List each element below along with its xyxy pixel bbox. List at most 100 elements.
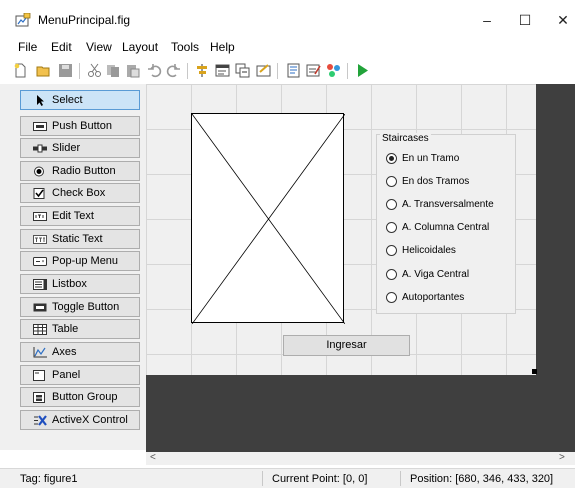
minimize-button[interactable]: – [472,8,502,32]
axes-icon [33,347,47,358]
static-text-icon [33,235,47,244]
radio-label: A. Viga Central [402,269,470,280]
radio-label: En dos Tramos [402,176,470,187]
toolbar-separator [347,63,348,79]
menu-edit[interactable]: Edit [51,40,72,54]
radio-label: A. Columna Central [402,222,490,233]
radio-unselected-icon [386,245,397,256]
palette-check-box[interactable]: Check Box [20,183,140,203]
horizontal-scrollbar[interactable]: < > [146,452,575,465]
palette-label: Toggle Button [52,301,120,313]
redo-icon[interactable] [166,63,181,78]
run-icon[interactable] [355,63,370,78]
menu-help[interactable]: Help [210,40,235,54]
axes-placeholder[interactable] [191,113,345,324]
radio-label: En un Tramo [402,153,460,164]
editor-icon[interactable] [286,63,301,78]
radio-a-transversalmente[interactable]: A. Transversalmente [386,197,514,213]
status-bar: Tag: figure1 Current Point: [0, 0] Posit… [0,468,575,488]
toolbar-separator [79,63,80,79]
palette-label: ActiveX Control [52,414,128,426]
radio-en-dos-tramos[interactable]: En dos Tramos [386,174,514,190]
radio-unselected-icon [386,292,397,303]
align-icon[interactable] [195,63,210,78]
radio-autoportantes[interactable]: Autoportantes [386,290,514,306]
radio-a-columna-central[interactable]: A. Columna Central [386,220,514,236]
palette-label: Slider [52,142,81,154]
undo-icon[interactable] [147,63,162,78]
button-group-title: Staircases [380,133,431,144]
palette-label: Panel [52,369,81,381]
palette-static-text[interactable]: Static Text [20,229,140,249]
menu-view[interactable]: View [86,40,112,54]
toolbar-separator [277,63,278,79]
staircases-button-group[interactable]: Staircases En un Tramo En dos Tramos A. … [376,133,516,314]
palette-select[interactable]: Select [20,90,140,110]
palette-edit-text[interactable]: Edit Text [20,206,140,226]
palette-label: Listbox [52,278,87,290]
window-title: MenuPrincipal.fig [38,13,131,27]
status-current-point: Current Point: [0, 0] [272,473,368,485]
palette-label: Edit Text [52,210,94,222]
palette-toggle-button[interactable]: Toggle Button [20,297,140,317]
palette-slider[interactable]: Slider [20,138,140,158]
radio-selected-icon [386,153,397,164]
palette-listbox[interactable]: Listbox [20,274,140,294]
palette-label: Push Button [52,120,112,132]
menu-file[interactable]: File [18,40,37,54]
palette-label: Axes [52,346,77,358]
scroll-left-arrow[interactable]: < [150,452,156,463]
menu-editor-icon[interactable] [215,63,230,78]
listbox-icon [33,279,47,290]
palette-label: Button Group [52,391,118,403]
toggle-button-icon [33,303,47,312]
palette-label: Radio Button [52,165,116,177]
tab-order-icon[interactable] [235,63,250,78]
close-button[interactable]: ✕ [548,8,575,32]
object-browser-icon[interactable] [326,63,341,78]
palette-table[interactable]: Table [20,319,140,339]
palette-radio-button[interactable]: Radio Button [20,161,140,181]
radio-button-icon [34,166,44,177]
ingresar-button[interactable]: Ingresar [283,335,410,356]
status-divider [262,471,263,486]
new-file-icon[interactable] [13,63,28,78]
menu-tools[interactable]: Tools [171,40,199,54]
menu-bar: File Edit View Layout Tools Help [0,38,575,56]
title-bar: MenuPrincipal.fig – ☐ ✕ [0,0,575,38]
radio-label: Helicoidales [402,245,456,256]
button-group-icon [33,392,45,403]
save-icon[interactable] [58,63,73,78]
menu-layout[interactable]: Layout [122,40,158,54]
toolbar-editor-icon[interactable] [256,63,271,78]
palette-activex-control[interactable]: ActiveX Control [20,410,140,430]
radio-en-un-tramo[interactable]: En un Tramo [386,151,514,167]
push-button-icon [33,122,47,131]
open-folder-icon[interactable] [36,63,51,78]
layout-canvas[interactable]: Staircases En un Tramo En dos Tramos A. … [146,84,575,452]
axes-cross-icon [192,114,345,324]
maximize-button[interactable]: ☐ [510,8,540,32]
slider-icon [33,144,47,153]
figure-area[interactable]: Staircases En un Tramo En dos Tramos A. … [146,84,537,375]
palette-panel[interactable]: Panel [20,365,140,385]
radio-helicoidales[interactable]: Helicoidales [386,243,514,259]
figure-app-icon [15,13,31,27]
palette-popup-menu[interactable]: Pop-up Menu [20,251,140,271]
palette-push-button[interactable]: Push Button [20,116,140,136]
property-inspector-icon[interactable] [306,63,321,78]
component-palette: Select Push Button Slider Radio Button C… [0,84,146,450]
paste-icon[interactable] [125,63,140,78]
figure-resize-handle[interactable] [532,369,537,374]
scroll-right-arrow[interactable]: > [559,452,565,463]
palette-button-group[interactable]: Button Group [20,387,140,407]
copy-icon[interactable] [106,63,121,78]
table-icon [33,324,47,335]
status-position: Position: [680, 346, 433, 320] [410,473,554,485]
cut-icon[interactable] [87,63,102,78]
palette-label: Pop-up Menu [52,255,119,267]
radio-a-viga-central[interactable]: A. Viga Central [386,267,514,283]
palette-label: Static Text [52,233,103,245]
palette-axes[interactable]: Axes [20,342,140,362]
radio-label: A. Transversalmente [402,199,494,210]
